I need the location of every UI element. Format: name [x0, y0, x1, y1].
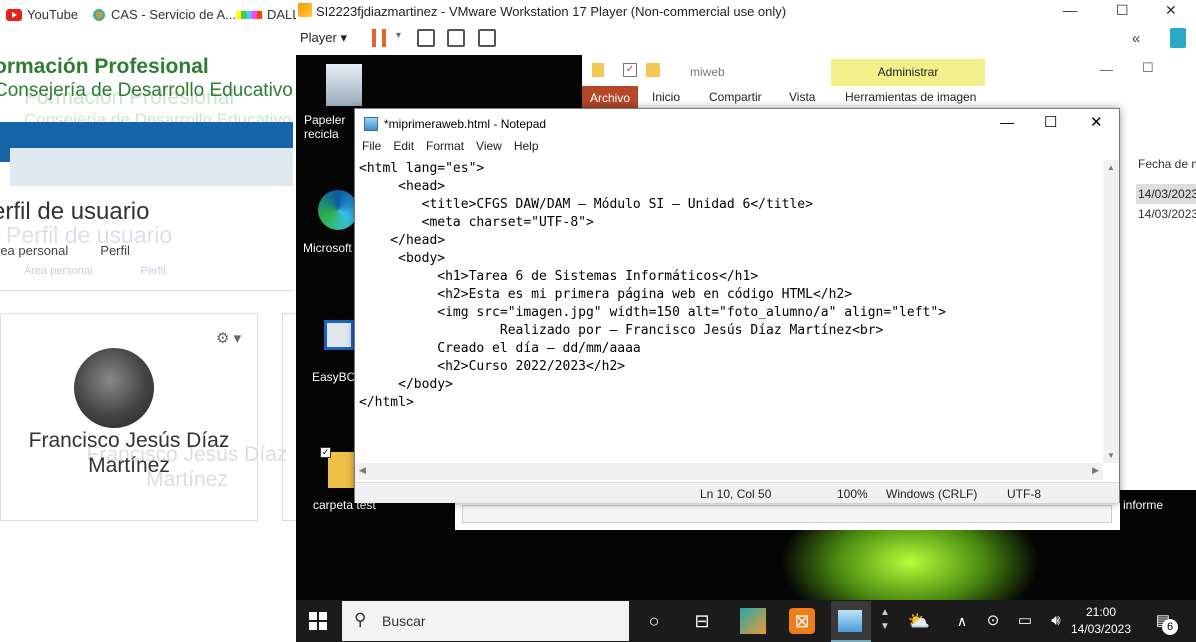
status-position: Ln 10, Col 50: [700, 487, 772, 501]
weather-icon[interactable]: ⛅: [906, 608, 932, 634]
notepad-taskbar-icon: [838, 610, 862, 632]
status-zoom: 100%: [837, 487, 868, 501]
collapse-icon[interactable]: «: [1132, 30, 1140, 47]
tab-inicio[interactable]: Inicio: [652, 90, 680, 104]
notepad-taskbar-button[interactable]: [831, 601, 871, 642]
tab-herramientas-imagen[interactable]: Herramientas de imagen: [845, 90, 976, 104]
taskbar-search[interactable]: ⚲ Buscar: [342, 601, 629, 641]
cas-icon: [92, 7, 106, 22]
avatar: [74, 348, 154, 428]
menu-file[interactable]: File: [362, 139, 381, 153]
bookmark-dall[interactable]: DALL: [236, 7, 300, 22]
chevron-up-icon[interactable]: ∧: [949, 608, 975, 634]
notepad-close-button[interactable]: ✕: [1090, 113, 1103, 131]
status-line-ending: Windows (CRLF): [886, 487, 978, 501]
vertical-scrollbar[interactable]: ▲ ▼: [1103, 160, 1119, 463]
file-date-selected[interactable]: 14/03/2023: [1136, 184, 1196, 204]
folder-icon[interactable]: [328, 452, 354, 488]
recycle-bin-label[interactable]: Papeler recicla: [304, 113, 356, 141]
notepad-menubar: File Edit Format View Help: [355, 139, 1119, 159]
bookmark-youtube[interactable]: YouTube: [6, 7, 78, 22]
search-icon: ⚲: [354, 610, 367, 629]
clock-time: 21:00: [1085, 605, 1117, 619]
tab-compartir[interactable]: Compartir: [709, 90, 762, 104]
maximize-button[interactable]: ☐: [1116, 2, 1129, 19]
notepad-window: *miprimeraweb.html - Notepad — ☐ ✕ File E…: [354, 108, 1120, 503]
horizontal-scrollbar[interactable]: ◀ ▶: [355, 463, 1103, 480]
vmware-title: SI2223fjdiazmartinez - VMware Workstatio…: [316, 4, 787, 19]
breadcrumb-area-personal[interactable]: rea personal: [0, 243, 68, 258]
site-subtitle: Consejería de Desarrollo Educativo: [0, 80, 293, 101]
site-header-shadow: [10, 148, 293, 186]
folder-small-icon: [592, 63, 604, 77]
new-folder-icon[interactable]: [646, 63, 660, 77]
user-name: Francisco Jesús Díaz Martínez: [28, 429, 230, 477]
notepad-statusbar: Ln 10, Col 50 100% Windows (CRLF) UTF-8: [355, 482, 1119, 503]
page-title: erfil de usuario: [0, 198, 150, 225]
divider: [0, 290, 293, 291]
pause-dropdown-icon[interactable]: ▾: [396, 30, 401, 41]
notification-badge: 6: [1162, 619, 1178, 635]
notepad-titlebar: *miprimeraweb.html - Notepad — ☐ ✕: [355, 109, 1119, 139]
send-ctrl-alt-del-icon[interactable]: [417, 29, 435, 47]
close-button[interactable]: ✕: [1165, 2, 1177, 19]
tab-archivo[interactable]: Archivo: [582, 86, 638, 110]
library-icon[interactable]: [1170, 28, 1186, 48]
unity-icon[interactable]: [478, 29, 496, 47]
easybcd-icon[interactable]: [324, 320, 354, 350]
task-view-icon[interactable]: ⊟: [689, 608, 715, 634]
breadcrumb-ghost: Área personal Perfil: [24, 265, 166, 277]
bookmark-cas[interactable]: CAS - Servicio de A...: [92, 7, 236, 22]
xampp-icon[interactable]: ⊠: [789, 608, 815, 634]
minimize-button[interactable]: —: [1063, 2, 1077, 18]
taskbar-scroll-arrows[interactable]: ▲ ▼: [880, 606, 890, 634]
tab-vista[interactable]: Vista: [789, 90, 815, 104]
windows-start-icon[interactable]: [309, 612, 327, 630]
explorer-minimize-button[interactable]: —: [1100, 62, 1113, 77]
volume-icon[interactable]: 🔊︎: [1043, 608, 1069, 634]
column-fecha[interactable]: Fecha de m: [1138, 157, 1196, 171]
explorer-path: miweb: [690, 65, 725, 79]
notepad-minimize-button[interactable]: —: [1000, 114, 1014, 130]
edge-label[interactable]: Microsoft: [303, 241, 352, 255]
checkbox-icon[interactable]: ✓: [320, 447, 331, 458]
player-menu-button[interactable]: Player ▾: [300, 30, 347, 46]
search-placeholder: Buscar: [382, 613, 426, 629]
breadcrumb: rea personal Perfil: [0, 243, 130, 258]
pause-icon[interactable]: [372, 29, 386, 47]
youtube-icon: [6, 8, 22, 21]
breadcrumb-perfil[interactable]: Perfil: [100, 243, 130, 258]
menu-edit[interactable]: Edit: [393, 139, 414, 153]
teams-app-icon[interactable]: [740, 608, 766, 634]
properties-icon[interactable]: ✓: [623, 63, 637, 77]
file-date[interactable]: 14/03/2023: [1138, 207, 1196, 221]
dall-icon: [236, 10, 262, 19]
gear-icon[interactable]: ⚙ ▾: [216, 329, 241, 347]
network-icon[interactable]: ▭: [1012, 608, 1038, 634]
clock-date: 14/03/2023: [1070, 622, 1132, 636]
status-encoding: UTF-8: [1007, 487, 1041, 501]
edge-icon[interactable]: [318, 190, 358, 230]
notepad-maximize-button[interactable]: ☐: [1044, 113, 1057, 131]
vmware-logo-icon: [298, 3, 312, 17]
notepad-icon: [364, 117, 378, 131]
security-icon[interactable]: ⊙: [980, 608, 1006, 634]
taskbar-clock[interactable]: 21:00 14/03/2023: [1070, 604, 1132, 638]
menu-format[interactable]: Format: [426, 139, 464, 153]
cortana-icon[interactable]: ○: [641, 608, 667, 634]
notepad-editor[interactable]: <html lang="es"> <head> <title>CFGS DAW/…: [359, 160, 1099, 463]
recycle-bin-icon[interactable]: [326, 64, 362, 106]
explorer-scrollbar[interactable]: [462, 505, 1112, 523]
explorer-maximize-button[interactable]: ☐: [1142, 60, 1154, 76]
menu-help[interactable]: Help: [514, 139, 539, 153]
site-title: ormación Profesional: [0, 55, 209, 78]
bookmarks-bar: YouTube CAS - Servicio de A... DALL: [0, 0, 300, 30]
notepad-title: *miprimeraweb.html - Notepad: [384, 117, 547, 131]
informe-label[interactable]: informe: [1123, 498, 1163, 512]
administrar-tab[interactable]: Administrar: [831, 59, 985, 86]
menu-view[interactable]: View: [476, 139, 502, 153]
fullscreen-icon[interactable]: [447, 29, 465, 47]
